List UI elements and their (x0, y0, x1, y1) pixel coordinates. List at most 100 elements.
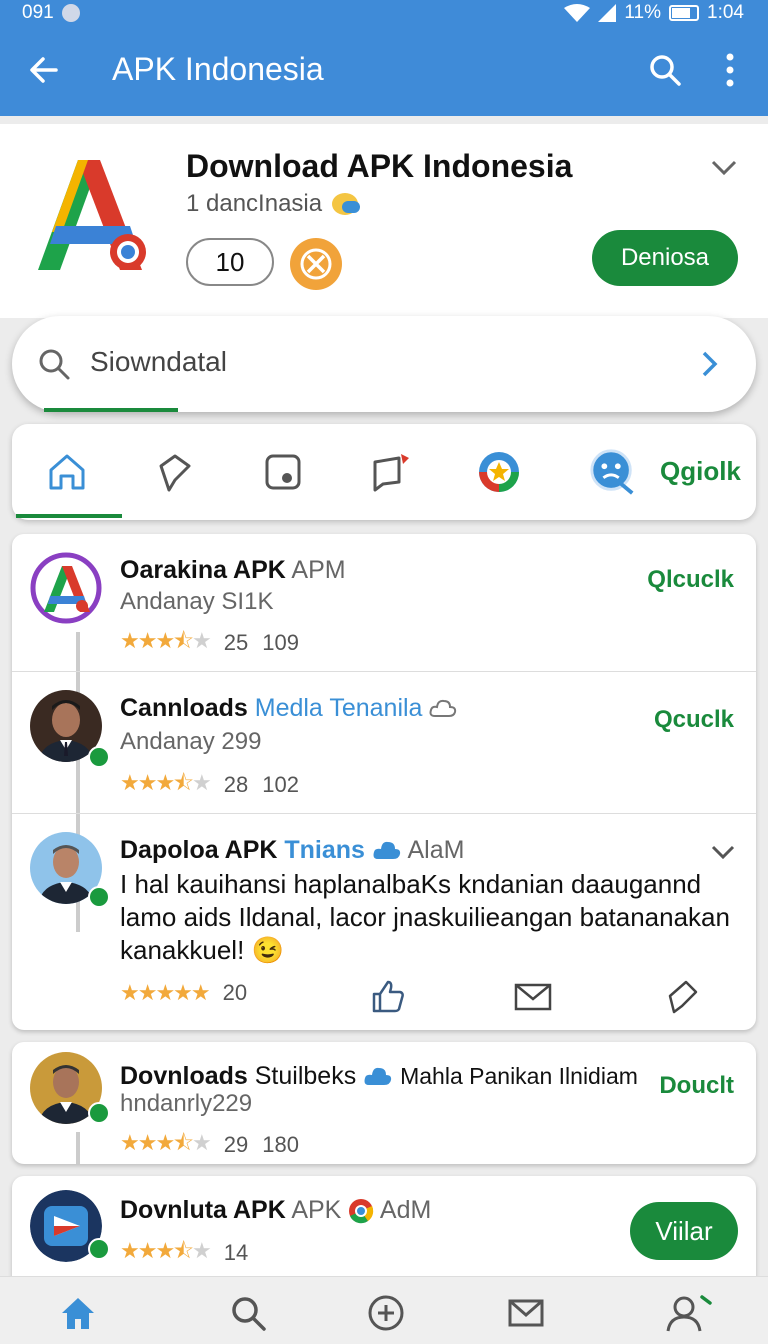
tag-icon (159, 454, 191, 492)
quick-action[interactable]: Douclt (659, 1072, 734, 1100)
rating-count: 102 (262, 772, 299, 797)
tab-active-indicator (16, 514, 122, 518)
search-underline (44, 408, 178, 412)
list-item[interactable]: Dapoloa APK Tnians AlaM I hal kauihansi … (12, 814, 756, 1030)
star-rating-icon: ★★★⯪★ (120, 1130, 212, 1155)
view-button[interactable]: Viilar (630, 1202, 738, 1260)
app-subtitle-text: 1 dancInasia (186, 190, 323, 217)
tab-home[interactable] (42, 446, 92, 498)
rating-value: 25 (223, 630, 249, 655)
download-button[interactable]: Deniosa (592, 230, 738, 286)
item-rating: ★★★★★ 20 (120, 980, 247, 1006)
cloud-icon (373, 842, 401, 860)
rating-value: 14 (223, 1240, 249, 1265)
feed-card: Oarakina APK APM Andanay SI1K ★★★⯪★ 25 1… (12, 534, 756, 1030)
verified-badge (88, 746, 110, 768)
search-icon[interactable] (228, 1293, 268, 1333)
app-logo (38, 160, 146, 270)
wifi-icon (564, 4, 591, 22)
status-time-left: 091 (22, 2, 54, 23)
cloud-icon (429, 700, 457, 718)
globe-star-icon (479, 452, 519, 492)
verified-badge (88, 1238, 110, 1260)
item-subtitle: hndanrly229 (120, 1090, 253, 1117)
back-arrow-icon[interactable] (28, 54, 60, 86)
count-pill[interactable]: 10 (186, 238, 274, 286)
app-bar-title: APK Indonesia (112, 51, 324, 87)
list-item[interactable]: Cannloads Medla Tenanila Andanay 299 ★★★… (12, 672, 756, 814)
signal-icon (598, 4, 617, 22)
rating-value: 20 (222, 980, 248, 1005)
mail-icon[interactable] (506, 1293, 546, 1333)
item-title: Dapoloa APK Tnians AlaM (120, 836, 465, 864)
star-rating-icon: ★★★⯪★ (120, 628, 212, 653)
feed-card[interactable]: Dovnloads Stuilbeks Mahla Panikan Ilnidi… (12, 1042, 756, 1164)
search-icon[interactable] (648, 53, 682, 87)
app-bar: APK Indonesia (0, 26, 768, 116)
rating-count: 109 (262, 630, 299, 655)
tab-sticker[interactable] (258, 446, 308, 498)
notification-icon (61, 4, 80, 22)
bottom-nav (0, 1276, 768, 1344)
timeline-line (76, 1132, 80, 1164)
status-bar: 091 11% 1:04 (0, 0, 768, 26)
tab-label-quick[interactable]: Qgiolk (660, 456, 741, 487)
avatar (30, 552, 102, 624)
home-icon[interactable] (58, 1293, 98, 1333)
cloud-icon (364, 1068, 392, 1086)
chevron-right-icon[interactable] (700, 350, 720, 378)
emoji-icon (332, 193, 361, 215)
tab-chat[interactable] (588, 446, 638, 498)
battery-percent: 11% (624, 2, 662, 23)
chat-face-icon (590, 449, 634, 495)
bookmark-icon (373, 454, 409, 492)
item-title: Cannloads Medla Tenanila (120, 694, 457, 723)
item-rating: ★★★⯪★ 29 180 (120, 1126, 299, 1164)
rating-value: 29 (223, 1132, 249, 1157)
list-item[interactable]: Oarakina APK APM Andanay SI1K ★★★⯪★ 25 1… (12, 534, 756, 672)
add-circle-icon[interactable] (366, 1293, 406, 1333)
profile-icon[interactable] (664, 1293, 712, 1333)
quick-action[interactable]: Qcuclk (654, 706, 734, 734)
close-icon[interactable] (290, 238, 342, 290)
rating-count: 180 (262, 1132, 299, 1157)
search-input[interactable]: Siowndatal (90, 346, 227, 378)
thumbs-up-icon[interactable] (370, 978, 406, 1014)
star-rating-icon: ★★★★★ (120, 980, 211, 1005)
verified-badge (88, 886, 110, 908)
search-bar[interactable]: Siowndatal (12, 316, 756, 412)
battery-icon (669, 5, 700, 21)
item-subtitle: Andanay SI1K (120, 588, 274, 615)
home-icon (49, 454, 85, 490)
item-rating: ★★★⯪★ 25 109 (120, 624, 299, 662)
quick-action[interactable]: Qlcuclk (647, 566, 734, 594)
item-body-text: I hal kauihansi haplanalbaKs kndanian da… (120, 869, 730, 965)
star-rating-icon: ★★★⯪★ (120, 1238, 212, 1263)
chrome-icon (349, 1199, 374, 1224)
item-title: Oarakina APK APM (120, 556, 346, 584)
status-clock: 1:04 (707, 2, 744, 23)
tab-community[interactable] (474, 446, 524, 498)
star-rating-icon: ★★★⯪★ (120, 770, 212, 795)
more-vert-icon[interactable] (720, 52, 740, 88)
verified-badge (88, 1102, 110, 1124)
tab-tag[interactable] (150, 446, 200, 498)
item-title: Dovnluta APK APK AdM (120, 1196, 432, 1224)
tab-bar: Qgiolk (12, 424, 756, 520)
item-title: Dovnloads Stuilbeks Mahla Panikan Ilnidi… (120, 1062, 638, 1090)
sticker-icon (265, 454, 301, 490)
item-rating: ★★★⯪★ 28 102 (120, 766, 299, 804)
mail-icon[interactable] (514, 982, 552, 1012)
app-header-card: Download APK Indonesia 1 dancInasia 10 D… (0, 124, 768, 318)
app-title: Download APK Indonesia (186, 148, 573, 184)
tab-bookmark[interactable] (366, 446, 416, 498)
tag-icon[interactable] (664, 978, 700, 1014)
item-subtitle: Andanay 299 (120, 728, 262, 755)
rating-value: 28 (223, 772, 249, 797)
item-rating: ★★★⯪★ 14 (120, 1234, 248, 1272)
chevron-down-icon[interactable] (710, 844, 736, 862)
search-icon (39, 349, 70, 380)
app-subtitle: 1 dancInasia (186, 190, 361, 218)
feed-card[interactable]: Dovnluta APK APK AdM ★★★⯪★ 14 Viilar (12, 1176, 756, 1288)
chevron-down-icon[interactable] (710, 158, 738, 178)
